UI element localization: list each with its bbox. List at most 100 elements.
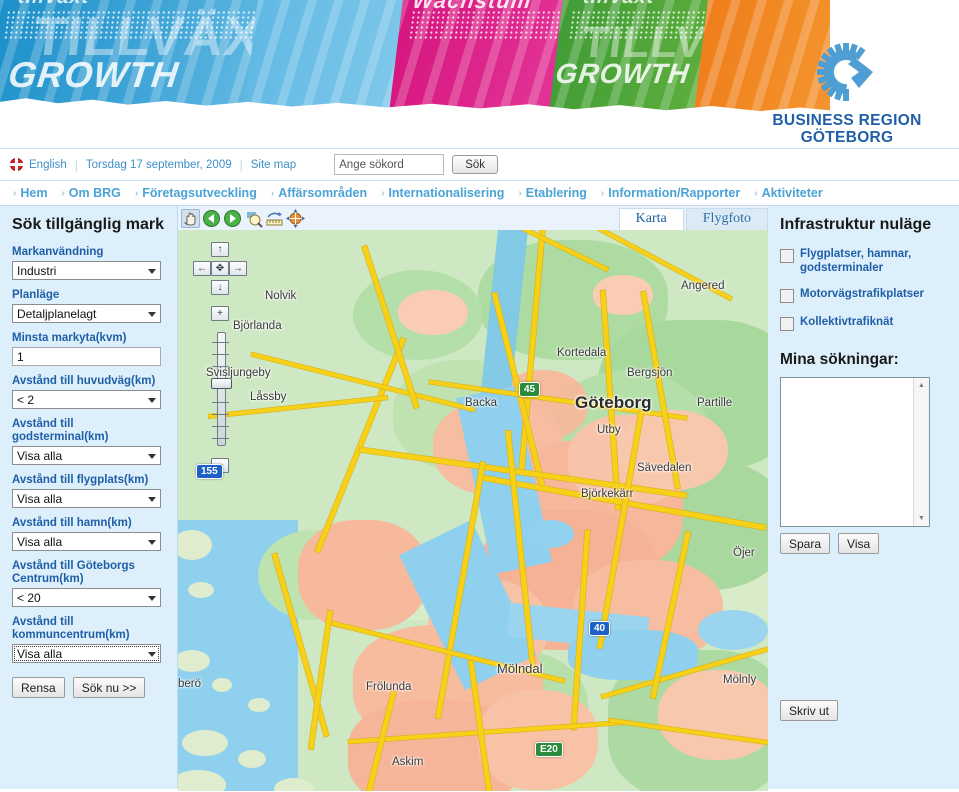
- site-search: Sök: [334, 154, 499, 175]
- map-viewport[interactable]: ↑ ← ✥ → ↓ + Nolvik Björlanda Svisljungeb…: [178, 230, 768, 791]
- map-label-lassby: Låssby: [250, 391, 287, 403]
- checkbox-flygplatser[interactable]: [780, 249, 794, 263]
- nav-item-affarsomraden[interactable]: › Affärsområden: [264, 186, 374, 200]
- map-label-utby: Utby: [597, 424, 621, 436]
- road-shield-40: 40: [589, 621, 611, 636]
- zoom-in-magnifier-icon[interactable]: [244, 209, 263, 228]
- back-arrow-icon[interactable]: [202, 209, 221, 228]
- checkbox-kollektivtrafiknat[interactable]: [780, 317, 794, 331]
- map-island: [212, 678, 232, 692]
- divider: |: [74, 157, 78, 172]
- saved-searches-buttons: Spara Visa: [780, 533, 947, 554]
- nav-item-hem[interactable]: › Hem: [6, 186, 54, 200]
- pan-up-button[interactable]: ↑: [211, 242, 229, 257]
- show-button[interactable]: Visa: [838, 533, 880, 554]
- measure-ruler-icon[interactable]: [265, 209, 284, 228]
- field-label: Minsta markyta(kvm): [12, 332, 127, 344]
- avstand-flygplats-select[interactable]: Visa alla: [12, 489, 161, 508]
- logo-line-1: BUSINESS REGION: [772, 112, 922, 129]
- brg-logo[interactable]: BUSINESS REGION GÖTEBORG: [747, 42, 947, 146]
- save-button[interactable]: Spara: [780, 533, 831, 554]
- nav-item-om-brg[interactable]: › Om BRG: [54, 186, 127, 200]
- page-root: tillväxt TILLVÄXT GROWTH Wachstum tillvä…: [0, 0, 959, 792]
- map-label-bjorkekarr: Björkekärr: [581, 488, 634, 500]
- nav-label: Hem: [20, 186, 48, 200]
- map-label-angered: Angered: [681, 280, 725, 292]
- clear-button[interactable]: Rensa: [12, 677, 65, 698]
- field-label: Avstånd till hamn(km): [12, 517, 132, 529]
- search-button[interactable]: Sök: [452, 155, 499, 174]
- field-avstand-hamn: Avstånd till hamn(km) Visa alla: [12, 517, 167, 551]
- nav-item-aktiviteter[interactable]: › Aktiviteter: [747, 186, 829, 200]
- pan-left-button[interactable]: ←: [193, 261, 211, 276]
- nav-item-information-rapporter[interactable]: › Information/Rapporter: [594, 186, 747, 200]
- checkbox-row-flygplatser[interactable]: Flygplatser, hamnar, godsterminaler: [780, 248, 947, 275]
- tab-karta[interactable]: Karta: [618, 208, 684, 230]
- chevron-down-icon: [148, 269, 156, 274]
- map-label-ojer: Öjer: [733, 547, 755, 559]
- map-view-tabs: Karta Flygfoto: [617, 206, 768, 230]
- map-toolbar: Karta Flygfoto: [178, 206, 768, 230]
- nav-label: Affärsområden: [278, 186, 368, 200]
- search-input[interactable]: [334, 154, 445, 175]
- map-island: [178, 530, 212, 560]
- checkbox-row-motorvagstrafikplatser[interactable]: Motorvägstrafikplatser: [780, 288, 947, 303]
- print-button[interactable]: Skriv ut: [780, 700, 839, 721]
- avstand-kommuncentrum-select[interactable]: Visa alla: [12, 644, 161, 663]
- avstand-huvudvag-select[interactable]: < 2: [12, 390, 161, 409]
- danish-flag-icon: [10, 158, 23, 171]
- field-markanvandning: Markanvändning Industri: [12, 246, 167, 280]
- chevron-right-icon: ›: [381, 187, 385, 199]
- map-label-frolunda: Frölunda: [366, 681, 412, 693]
- globe-extent-icon[interactable]: [286, 208, 305, 228]
- banner-word-growth: GROWTH: [553, 58, 692, 89]
- tab-flygfoto[interactable]: Flygfoto: [685, 208, 768, 230]
- zoom-tick: [212, 414, 229, 415]
- zoom-slider-thumb[interactable]: [211, 378, 232, 389]
- planlage-select[interactable]: Detaljplanelagt: [12, 304, 161, 323]
- checkbox-motorvagstrafikplatser[interactable]: [780, 289, 794, 303]
- avstand-goteborgs-centrum-select[interactable]: < 20: [12, 588, 161, 607]
- chevron-down-icon: [148, 312, 156, 317]
- avstand-godsterminal-select[interactable]: Visa alla: [12, 446, 161, 465]
- select-value: Visa alla: [17, 535, 63, 549]
- chevron-right-icon: ›: [61, 187, 65, 199]
- markanvandning-select[interactable]: Industri: [12, 261, 161, 280]
- map-urban-area: [478, 690, 598, 790]
- checkbox-row-kollektivtrafiknat[interactable]: Kollektivtrafiknät: [780, 316, 947, 331]
- search-now-button[interactable]: Sök nu >>: [72, 677, 146, 698]
- zoom-in-button[interactable]: +: [211, 306, 229, 321]
- pan-right-button[interactable]: →: [229, 261, 247, 276]
- select-value: Visa alla: [17, 492, 63, 506]
- nav-item-foretagsutveckling[interactable]: › Företagsutveckling: [128, 186, 264, 200]
- listbox-scrollbar[interactable]: ▲ ▼: [913, 378, 929, 526]
- chevron-right-icon: ›: [518, 187, 522, 199]
- infrastructure-title: Infrastruktur nuläge: [780, 216, 932, 233]
- minsta-markyta-input[interactable]: [12, 347, 161, 366]
- saved-searches-listbox[interactable]: ▲ ▼: [780, 377, 930, 527]
- nav-label: Internationalisering: [388, 186, 505, 200]
- avstand-hamn-select[interactable]: Visa alla: [12, 532, 161, 551]
- chevron-right-icon: ›: [134, 187, 139, 199]
- pan-down-button[interactable]: ↓: [211, 280, 229, 295]
- map-label-savedalen: Sävedalen: [637, 462, 692, 474]
- field-label: Avstånd till flygplats(km): [12, 474, 149, 486]
- map-island: [248, 698, 270, 712]
- map-label-bero: berö: [178, 678, 202, 690]
- select-value: Visa alla: [17, 647, 63, 661]
- checkbox-label: Motorvägstrafikplatser: [800, 288, 924, 300]
- scroll-up-icon[interactable]: ▲: [914, 378, 929, 393]
- language-link[interactable]: English: [29, 159, 67, 171]
- recenter-button[interactable]: ✥: [211, 261, 229, 276]
- zoom-tick: [212, 354, 229, 355]
- map-label-goteborg: Göteborg: [575, 393, 652, 412]
- nav-item-etablering[interactable]: › Etablering: [511, 186, 593, 200]
- zoom-slider[interactable]: [211, 328, 232, 448]
- forward-arrow-icon[interactable]: [223, 209, 242, 228]
- pan-hand-icon[interactable]: [181, 208, 200, 228]
- map-label-backa: Backa: [465, 397, 497, 409]
- nav-item-internationalisering[interactable]: › Internationalisering: [374, 186, 511, 200]
- scroll-down-icon[interactable]: ▼: [914, 511, 929, 526]
- sitemap-link[interactable]: Site map: [251, 159, 296, 171]
- utility-bar: English | Torsdag 17 september, 2009 | S…: [0, 148, 959, 181]
